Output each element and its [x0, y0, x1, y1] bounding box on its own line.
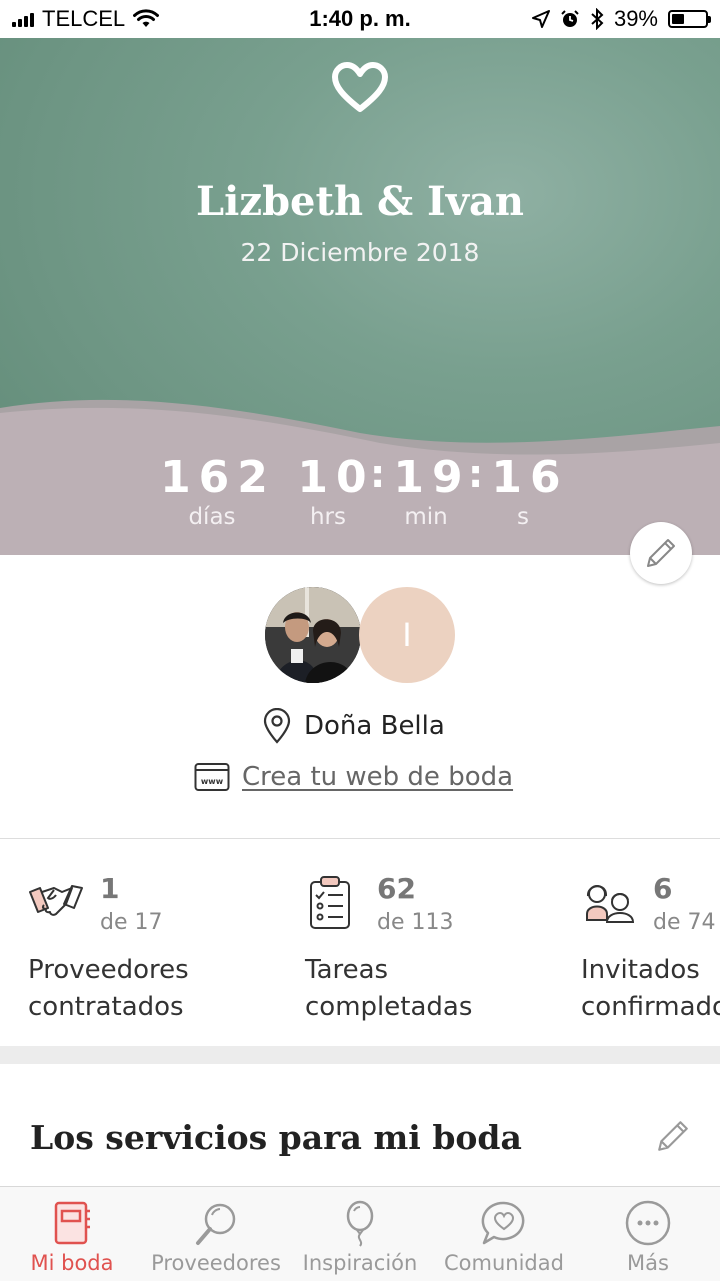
countdown-days: 162 — [160, 452, 276, 503]
stat-tasks-label: Tareas completadas — [305, 952, 472, 1026]
stat-vendors-value: 1 — [100, 872, 120, 905]
stat-guests-label: Invitados confirmados — [581, 952, 720, 1026]
tab-mi-boda[interactable]: Mi boda — [0, 1187, 144, 1281]
stat-tasks-value: 62 — [377, 872, 416, 905]
venue-info[interactable]: Doña Bella — [262, 708, 445, 744]
bluetooth-icon — [591, 8, 604, 30]
couple-photo-avatar[interactable] — [265, 587, 361, 683]
website-icon: www — [194, 763, 230, 791]
stat-vendors-label: Proveedores contratados — [28, 952, 189, 1026]
wedding-date: 22 Diciembre 2018 — [240, 238, 480, 267]
tab-label: Comunidad — [444, 1251, 564, 1275]
tab-mas[interactable]: Más — [576, 1187, 720, 1281]
bottom-tab-bar: Mi boda Proveedores Inspiración Comunida… — [0, 1186, 720, 1281]
more-icon — [625, 1200, 671, 1246]
countdown-days-label: días — [188, 504, 236, 530]
location-pin-icon — [263, 708, 291, 744]
chat-heart-icon — [481, 1201, 525, 1245]
stat-label-line: Proveedores — [28, 955, 189, 985]
balloon-icon — [346, 1200, 374, 1247]
pencil-icon — [647, 539, 675, 567]
tab-comunidad[interactable]: Comunidad — [432, 1187, 576, 1281]
stat-label-line: Invitados — [581, 955, 700, 985]
stat-guests-total: de 74 — [653, 910, 716, 935]
stat-label-line: contratados — [28, 992, 184, 1022]
stat-label-line: completadas — [305, 992, 473, 1022]
stat-guests-value: 6 — [653, 872, 673, 905]
tab-label: Inspiración — [302, 1251, 418, 1275]
stat-guests[interactable]: 6 de 74 Invitados confirmados — [581, 872, 720, 1032]
svg-text:www: www — [201, 777, 224, 786]
section-separator — [0, 1046, 720, 1064]
partner-avatar[interactable]: I — [359, 587, 455, 683]
services-section-title: Los servicios para mi boda — [30, 1118, 522, 1157]
tab-label: Mi boda — [30, 1251, 114, 1275]
pencil-icon — [658, 1121, 688, 1151]
tab-inspiracion[interactable]: Inspiración — [288, 1187, 432, 1281]
venue-name: Doña Bella — [304, 711, 445, 741]
handshake-icon — [29, 885, 83, 916]
create-wedding-website-text: Crea tu web de boda — [242, 762, 514, 792]
alarm-icon — [561, 10, 579, 27]
edit-wedding-button[interactable] — [630, 522, 692, 584]
tab-label: Más — [627, 1251, 669, 1275]
couple-photo — [265, 587, 361, 683]
notebook-icon — [54, 1201, 90, 1245]
hero-banner: Lizbeth & Ivan 22 Diciembre 2018 162 día… — [0, 38, 720, 555]
stat-label-line: Tareas — [305, 955, 389, 985]
guests-icon — [586, 885, 635, 923]
countdown-seconds-label: s — [517, 504, 529, 530]
couple-names: Lizbeth & Ivan — [196, 178, 524, 225]
tab-proveedores[interactable]: Proveedores — [144, 1187, 288, 1281]
divider — [0, 838, 720, 839]
stat-tasks-total: de 113 — [377, 910, 454, 935]
magnifier-icon — [196, 1203, 236, 1245]
location-arrow-icon — [531, 10, 550, 28]
heart-icon — [332, 62, 388, 112]
countdown-seconds: 16 — [491, 452, 569, 503]
status-bar: TELCEL 1:40 p. m. 39% — [0, 0, 720, 38]
create-wedding-website-link[interactable]: www Crea tu web de boda — [194, 762, 513, 792]
stat-label-line: confirmados — [581, 992, 720, 1022]
wedding-countdown: 162 días 10 hrs : 19 min : 16 s — [0, 452, 720, 552]
checklist-icon — [310, 876, 350, 929]
stat-vendors-total: de 17 — [100, 910, 163, 935]
edit-services-button[interactable] — [655, 1118, 691, 1158]
battery-icon — [668, 10, 711, 28]
tab-label: Proveedores — [151, 1251, 281, 1275]
battery-percent: 39% — [613, 6, 658, 31]
